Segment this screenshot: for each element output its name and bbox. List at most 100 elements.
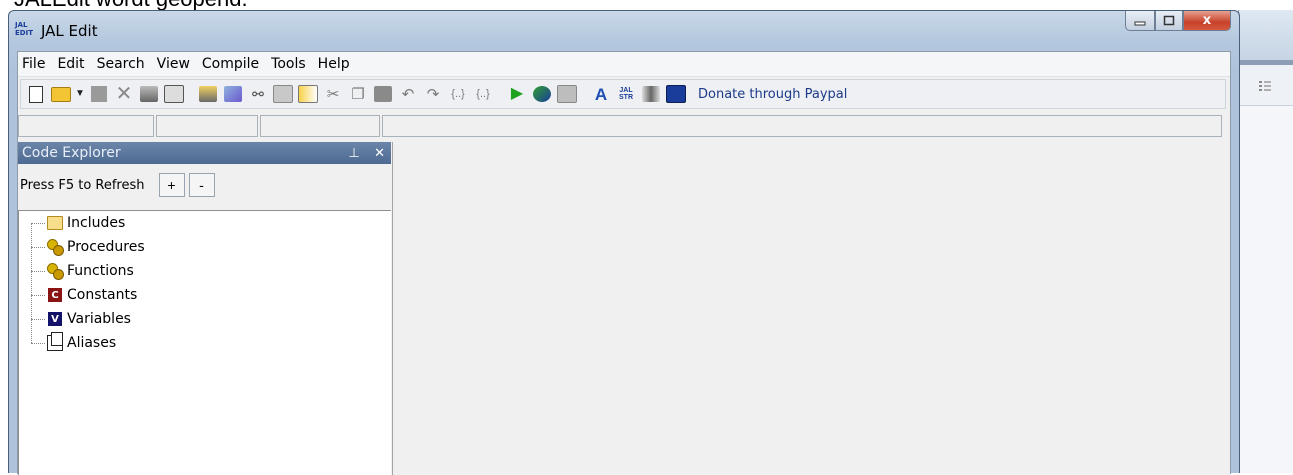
copy-button[interactable]: ❐ [347,83,369,105]
hex-button[interactable] [272,83,294,105]
toolbar: ▼ ✕ ⚯ ✂ ❐ ↶ ↷ {..} {..} ▶ A JAL STR Dona… [20,79,1226,109]
gears-icon [47,263,64,280]
tree-item-functions[interactable]: Functions [19,259,134,283]
code-explorer-title: Code Explorer [22,145,121,161]
tree-branch [31,318,45,320]
window-controls: x [1125,11,1231,33]
properties-button[interactable] [163,83,185,105]
menu-tools[interactable]: Tools [265,56,312,72]
hex-icon [273,85,293,103]
close-icon[interactable]: ✕ [374,145,385,160]
font-a-icon: A [594,84,608,104]
keyboard-icon [666,85,686,103]
tree-item-includes[interactable]: Includes [19,211,125,235]
jal-str-icon: JAL STR [619,87,633,101]
tree-item-aliases[interactable]: Aliases [19,331,116,355]
info-cell [382,115,1222,137]
toolbar-separator [581,83,587,105]
pages-icon [47,332,63,351]
paste-icon [374,86,392,102]
serial-terminal-button[interactable] [640,83,662,105]
terminal-icon [642,86,660,102]
collapse-button[interactable]: - [188,173,215,197]
binary-icon [199,86,217,102]
ascii-button[interactable]: A [590,83,612,105]
export-icon [298,85,318,103]
paste-button[interactable] [372,83,394,105]
chip-icon [557,85,577,103]
braces-icon: {..} [451,87,465,100]
window-title: JAL Edit [41,22,98,40]
code-explorer-panel: Code Explorer ⊥ ✕ Press F5 to Refresh + … [18,142,393,475]
close-file-button[interactable]: ✕ [113,83,135,105]
close-file-icon: ✕ [115,83,133,105]
redo-button[interactable]: ↷ [422,83,444,105]
braces-icon: {..} [476,87,490,100]
undo-button[interactable]: ↶ [397,83,419,105]
menu-compile[interactable]: Compile [196,56,265,72]
donate-link[interactable]: Donate through Paypal [698,87,847,102]
open-file-button[interactable] [50,83,72,105]
info-cell [260,115,380,137]
new-file-button[interactable] [25,83,47,105]
save-icon [91,86,107,102]
menu-edit[interactable]: Edit [51,56,90,72]
tree-item-label: Includes [67,215,126,231]
maximize-button[interactable] [1155,11,1183,31]
check-icon [224,86,242,102]
title-bar[interactable]: JAL EDIT JAL Edit x [9,11,1239,51]
menu-bar: File Edit Search View Compile Tools Help [18,52,1230,77]
menu-view[interactable]: View [151,56,196,72]
cut-button[interactable]: ✂ [322,83,344,105]
menu-help[interactable]: Help [312,56,356,72]
print-button[interactable] [138,83,160,105]
tree-branch [31,270,45,272]
maximize-icon [1163,15,1175,26]
tree-item-constants[interactable]: C Constants [19,283,137,307]
menu-file[interactable]: File [18,56,51,72]
jal-string-button[interactable]: JAL STR [615,83,637,105]
info-bar [18,115,1230,139]
close-button[interactable]: x [1183,11,1231,31]
tree-item-label: Aliases [67,335,117,351]
block-comment-button[interactable]: {..} [447,83,469,105]
expand-button[interactable]: + [158,173,185,197]
minimize-button[interactable] [1125,11,1155,31]
save-button[interactable] [88,83,110,105]
calculator-button[interactable] [665,83,687,105]
constant-icon: C [48,288,62,302]
block-uncomment-button[interactable]: {..} [472,83,494,105]
tree-branch [31,342,45,344]
find-button[interactable]: ⚯ [247,83,269,105]
tree-item-label: Procedures [67,239,145,255]
new-document-icon [29,85,43,103]
open-recent-dropdown[interactable]: ▼ [75,83,85,105]
editor-area[interactable] [393,142,1230,475]
refresh-row: Press F5 to Refresh + - [18,164,391,206]
scissors-icon: ✂ [326,85,340,103]
chip-button[interactable] [556,83,578,105]
play-icon: ▶ [510,85,524,102]
program-button[interactable] [531,83,553,105]
properties-icon [164,85,184,103]
export-button[interactable] [297,83,319,105]
jal-edit-window: JAL EDIT JAL Edit x File Edit Search Vie… [8,10,1240,475]
tree-branch [31,222,45,224]
print-icon [140,86,158,102]
app-icon: JAL EDIT [15,21,33,37]
info-cell [18,115,154,137]
tree-item-variables[interactable]: V Variables [19,307,131,331]
menu-search[interactable]: Search [91,56,151,72]
tree-item-label: Constants [67,287,138,303]
compile-button[interactable]: ▶ [506,83,528,105]
pin-icon[interactable]: ⊥ [348,145,359,160]
binoculars-icon: ⚯ [252,86,264,102]
binary-button[interactable] [197,83,219,105]
tree-branch [31,294,45,296]
check-button[interactable] [222,83,244,105]
tree-item-procedures[interactable]: Procedures [19,235,145,259]
app-client-area: File Edit Search View Compile Tools Help… [17,51,1231,475]
list-view-icon[interactable] [1259,80,1271,92]
gears-icon [47,239,64,256]
undo-icon: ↶ [401,85,415,103]
